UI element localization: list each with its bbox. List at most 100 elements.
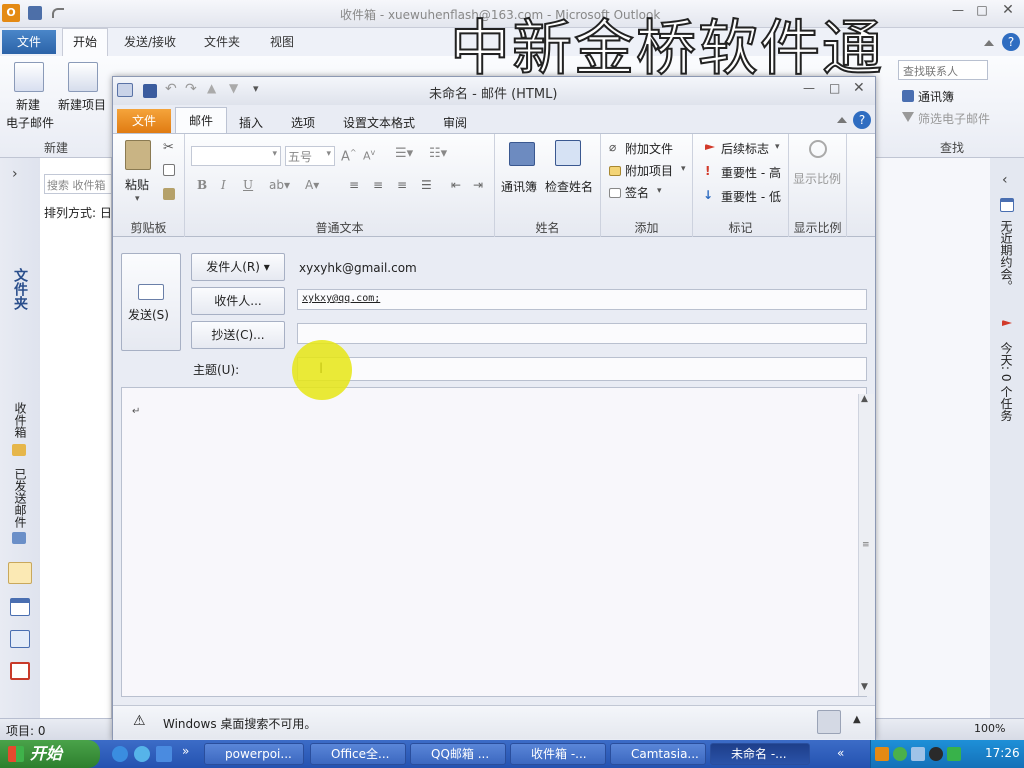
address-book-large-button[interactable]: 通讯簿 xyxy=(501,178,537,195)
compose-help-icon[interactable]: ? xyxy=(853,111,871,129)
scroll-thumb-grip-icon[interactable]: ≡ xyxy=(862,540,870,550)
compose-minimize-ribbon-icon[interactable] xyxy=(837,117,847,123)
justify-icon[interactable]: ☰ xyxy=(421,178,432,192)
quicklaunch-icon-2[interactable] xyxy=(156,746,172,762)
taskbar-item-inbox[interactable]: 收件箱 -... xyxy=(510,743,606,765)
attach-file-button[interactable]: 附加文件 xyxy=(625,140,673,157)
follow-up-dropdown-icon[interactable]: ▾ xyxy=(775,142,780,152)
follow-up-button[interactable]: 后续标志 xyxy=(721,140,769,157)
compose-qat-menu-icon[interactable]: ▾ xyxy=(253,82,259,95)
copy-icon[interactable] xyxy=(163,164,175,176)
paste-icon[interactable] xyxy=(125,140,151,170)
address-book-button[interactable]: 通讯簿 xyxy=(918,88,954,105)
tab-format-text[interactable]: 设置文本格式 xyxy=(343,114,415,131)
quicklaunch-more-icon[interactable]: » xyxy=(182,744,189,758)
tab-insert[interactable]: 插入 xyxy=(239,114,263,131)
tab-message[interactable]: 邮件 xyxy=(175,107,227,135)
tray-icon-network[interactable] xyxy=(911,747,925,761)
body-scrollbar[interactable]: ▲ ≡ ▼ xyxy=(858,394,874,696)
underline-icon[interactable]: U xyxy=(243,178,253,192)
to-field[interactable]: xykxy@qq.com; xyxy=(297,289,867,310)
cut-icon[interactable]: ✂ xyxy=(163,140,174,155)
align-right-icon[interactable]: ≡ xyxy=(397,178,407,192)
paste-dropdown-icon[interactable]: ▾ xyxy=(135,194,140,204)
check-names-icon[interactable] xyxy=(555,140,581,166)
align-left-icon[interactable]: ≡ xyxy=(349,178,359,192)
calendar-module-icon[interactable] xyxy=(10,598,30,616)
undo-icon[interactable] xyxy=(52,8,64,18)
new-email-label-1[interactable]: 新建 xyxy=(16,96,40,113)
expand-people-pane-icon[interactable]: ▲ xyxy=(853,714,861,725)
compose-up-icon[interactable]: ▲ xyxy=(207,81,216,95)
help-icon[interactable]: ? xyxy=(1002,33,1020,51)
taskbar-item-camtasia[interactable]: Camtasia... xyxy=(610,743,706,765)
compose-file-tab[interactable]: 文件 xyxy=(117,109,171,133)
tab-folder[interactable]: 文件夹 xyxy=(204,33,240,50)
outlook-minimize-button[interactable]: — xyxy=(948,3,968,21)
mail-module-icon[interactable] xyxy=(8,562,32,584)
tab-review[interactable]: 审阅 xyxy=(443,114,467,131)
tray-icon-camtasia[interactable] xyxy=(893,747,907,761)
tray-icon-outlook[interactable] xyxy=(875,747,889,761)
font-color-icon[interactable]: A▾ xyxy=(305,178,319,192)
taskbar-item-compose[interactable]: 未命名 -... xyxy=(710,743,810,765)
font-name-select[interactable]: ▾ xyxy=(191,146,281,166)
subject-field[interactable] xyxy=(297,357,867,381)
tasks-module-icon[interactable] xyxy=(10,662,30,680)
quicklaunch-icon[interactable] xyxy=(134,746,150,762)
align-center-icon[interactable]: ≡ xyxy=(373,178,383,192)
new-item-button[interactable]: 新建项目 xyxy=(58,96,106,113)
high-importance-button[interactable]: 重要性 - 高 xyxy=(721,164,781,181)
from-button[interactable]: 发件人(R) ▾ xyxy=(191,253,285,281)
search-inbox-input[interactable]: 搜索 收件箱 xyxy=(44,174,112,194)
low-importance-button[interactable]: 重要性 - 低 xyxy=(721,188,781,205)
attach-item-button[interactable]: 附加项目 xyxy=(625,162,673,179)
nav-sent[interactable]: 已发送邮件 xyxy=(12,468,29,528)
cc-button[interactable]: 抄送(C)... xyxy=(191,321,285,349)
bold-icon[interactable]: B xyxy=(197,178,207,192)
signature-button[interactable]: 签名 xyxy=(625,184,649,201)
outlook-file-tab[interactable]: 文件 xyxy=(2,30,56,54)
tab-view[interactable]: 视图 xyxy=(270,33,294,50)
clock[interactable]: 17:26 xyxy=(985,746,1020,760)
nav-inbox[interactable]: 收件箱 xyxy=(12,402,29,438)
expand-nav-icon[interactable]: › xyxy=(12,166,18,182)
to-button[interactable]: 收件人... xyxy=(191,287,285,315)
zoom-button[interactable]: 显示比例 xyxy=(793,170,841,187)
compose-undo-icon[interactable]: ↶ xyxy=(165,81,177,97)
font-size-select[interactable]: 五号 ▾ xyxy=(285,146,335,166)
tab-options[interactable]: 选项 xyxy=(291,114,315,131)
contacts-module-icon[interactable] xyxy=(10,630,30,648)
highlight-icon[interactable]: ab▾ xyxy=(269,178,290,192)
scroll-up-icon[interactable]: ▲ xyxy=(861,394,868,404)
tab-send-receive[interactable]: 发送/接收 xyxy=(124,33,176,50)
minimize-ribbon-icon[interactable] xyxy=(984,36,994,46)
message-body-editor[interactable]: ↵ ▲ ≡ ▼ xyxy=(121,387,874,697)
send-button[interactable]: 发送(S) xyxy=(121,253,181,351)
increase-indent-icon[interactable]: ⇥ xyxy=(473,178,483,192)
format-painter-icon[interactable] xyxy=(163,188,175,200)
tray-expand-icon[interactable]: « xyxy=(837,746,844,760)
taskbar-item-powerpoint[interactable]: powerpoi... xyxy=(204,743,304,765)
sort-by-label[interactable]: 排列方式: 日 xyxy=(44,204,112,221)
signature-dropdown-icon[interactable]: ▾ xyxy=(657,186,662,196)
bullets-icon[interactable]: ☰▾ xyxy=(395,146,413,161)
outlook-close-button[interactable]: ✕ xyxy=(996,2,1020,22)
outlook-home-tab[interactable]: 开始 xyxy=(62,28,108,56)
grow-font-icon[interactable]: A^ xyxy=(341,148,357,164)
tray-icon-security[interactable] xyxy=(947,747,961,761)
tray-icon-qq[interactable] xyxy=(929,747,943,761)
new-email-label-2[interactable]: 电子邮件 xyxy=(6,114,54,131)
attach-item-dropdown-icon[interactable]: ▾ xyxy=(681,164,686,174)
paste-button[interactable]: 粘贴 xyxy=(125,176,149,193)
shrink-font-icon[interactable]: Av xyxy=(363,148,375,163)
taskbar-item-office[interactable]: Office全... xyxy=(310,743,406,765)
compose-save-icon[interactable] xyxy=(143,84,157,98)
check-names-button[interactable]: 检查姓名 xyxy=(545,178,593,195)
ie-icon[interactable] xyxy=(112,746,128,762)
nav-folders-label[interactable]: 文件夹 xyxy=(10,268,30,310)
compose-down-icon[interactable]: ▼ xyxy=(229,81,238,95)
address-book-icon[interactable] xyxy=(509,142,535,166)
taskbar-item-qq-mail[interactable]: QQ邮箱 ... xyxy=(410,743,506,765)
numbering-icon[interactable]: ☷▾ xyxy=(429,146,447,161)
